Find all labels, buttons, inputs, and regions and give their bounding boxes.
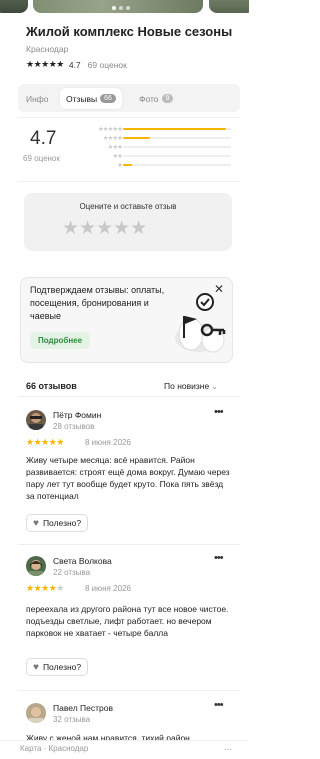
- rate-stars-icon[interactable]: ★★★★★: [62, 217, 147, 240]
- rating-distribution-row: ★★: [78, 152, 231, 160]
- avatar[interactable]: [26, 556, 46, 576]
- sort-dropdown[interactable]: По новизне ⌄: [164, 381, 218, 391]
- review-stars-icon: ★★★★★: [26, 583, 64, 593]
- distribution-stars: ★★★★: [102, 135, 123, 142]
- rating-value: 4.7: [68, 59, 81, 70]
- page-title: Жилой комплекс Новые сезоны: [26, 24, 233, 39]
- reviewer-review-count: 28 отзывов: [53, 422, 95, 431]
- review-text: Живу четыре месяца: всё нравится. Район …: [26, 455, 230, 501]
- city-link[interactable]: Краснодар: [26, 44, 68, 54]
- rating-distribution-row: ★★★★: [78, 134, 231, 142]
- avatar-image-icon: [26, 410, 46, 430]
- promo-text: Подтверждаем отзывы: оплаты, посещения, …: [30, 285, 165, 321]
- reviewer-review-count: 22 отзыва: [53, 568, 91, 577]
- more-options-icon[interactable]: •••: [214, 552, 224, 564]
- avatar[interactable]: [26, 703, 46, 723]
- more-options-icon[interactable]: •••: [214, 406, 224, 418]
- distribution-bar-fill: [123, 128, 226, 130]
- reviewer-name[interactable]: Павел Пестров: [53, 703, 113, 713]
- divider: [18, 117, 240, 118]
- distribution-stars: ★: [117, 162, 123, 169]
- helpful-label: Полезно?: [42, 662, 82, 672]
- distribution-stars: ★★★★★: [97, 126, 123, 133]
- tab-label: Фото: [139, 93, 159, 104]
- heart-icon: ♥: [33, 661, 39, 673]
- tab-count-badge: 9: [161, 94, 174, 103]
- distribution-bar-fill: [123, 137, 150, 139]
- reviewer-name[interactable]: Пётр Фомин: [53, 410, 101, 420]
- distribution-bar-fill: [123, 164, 132, 166]
- photo-thumbnail[interactable]: [209, 0, 249, 13]
- tab-label: Инфо: [26, 93, 49, 104]
- summary-rating: 4.7: [30, 128, 57, 149]
- footer-bar: Карта · Краснодар ...: [0, 740, 249, 759]
- verification-illustration-icon: [175, 293, 226, 353]
- avatar[interactable]: [26, 410, 46, 430]
- distribution-bar: [123, 155, 231, 157]
- rating-summary-line[interactable]: ★★★★★ 4.7 69 оценок: [26, 59, 127, 70]
- distribution-bar: [123, 146, 231, 148]
- sort-label: По новизне: [164, 381, 210, 391]
- avatar-image-icon: [26, 703, 46, 723]
- distribution-bar: [123, 137, 231, 139]
- reviews-count-heading: 66 отзывов: [26, 381, 77, 391]
- more-icon[interactable]: ...: [224, 742, 232, 752]
- review-text: переехала из другого района тут все ново…: [26, 604, 229, 638]
- divider: [18, 690, 240, 691]
- divider: [18, 544, 240, 545]
- more-options-icon[interactable]: •••: [214, 699, 224, 711]
- heart-icon: ♥: [33, 517, 39, 529]
- tab-info[interactable]: Инфо: [26, 88, 49, 109]
- helpful-button[interactable]: ♥ Полезно?: [26, 658, 89, 676]
- photo-strip[interactable]: [0, 0, 249, 14]
- distribution-stars: ★★: [112, 153, 123, 160]
- summary-count: 69 оценок: [23, 154, 60, 163]
- reviewer-review-count: 32 отзыва: [53, 715, 91, 724]
- promo-more-button[interactable]: Подробнее: [30, 332, 91, 349]
- review-date: 8 июня 2026: [85, 584, 131, 593]
- tab-bar: Инфо Отзывы 66 Фото 9: [18, 84, 240, 112]
- divider: [18, 396, 240, 397]
- photo-pager-dots: [112, 6, 130, 10]
- helpful-button[interactable]: ♥ Полезно?: [26, 514, 89, 532]
- tab-reviews[interactable]: Отзывы 66: [60, 88, 122, 109]
- reviewer-name[interactable]: Света Волкова: [53, 556, 112, 566]
- divider: [18, 181, 240, 182]
- breadcrumb[interactable]: Карта · Краснодар: [20, 744, 88, 753]
- rate-prompt-title: Оцените и оставьте отзыв: [79, 202, 177, 211]
- ratings-count: 69 оценок: [87, 59, 127, 70]
- pager-dot: [126, 6, 130, 10]
- rating-distribution-row: ★: [78, 161, 231, 169]
- distribution-bar: [123, 128, 231, 130]
- distribution-bar: [123, 164, 231, 166]
- tab-count-badge: 66: [100, 94, 116, 103]
- tab-label: Отзывы: [66, 93, 98, 104]
- rating-distribution-row: ★★★★★: [78, 125, 231, 133]
- pager-dot: [119, 6, 123, 10]
- review-date: 8 июня 2026: [85, 438, 131, 447]
- chevron-down-icon: ⌄: [211, 382, 218, 391]
- review-stars-icon: ★★★★★: [26, 437, 64, 447]
- helpful-label: Полезно?: [42, 518, 82, 528]
- rating-stars-icon: ★★★★★: [26, 59, 64, 69]
- pager-dot: [112, 6, 116, 10]
- avatar-image-icon: [26, 556, 46, 576]
- rate-and-review-box: Оцените и оставьте отзыв ★★★★★: [24, 193, 232, 251]
- verified-reviews-promo: Подтверждаем отзывы: оплаты, посещения, …: [20, 277, 233, 363]
- photo-thumbnail[interactable]: [0, 0, 28, 13]
- distribution-stars: ★★★: [107, 144, 123, 151]
- tab-photos[interactable]: Фото 9: [139, 88, 174, 109]
- rating-distribution-row: ★★★: [78, 143, 231, 151]
